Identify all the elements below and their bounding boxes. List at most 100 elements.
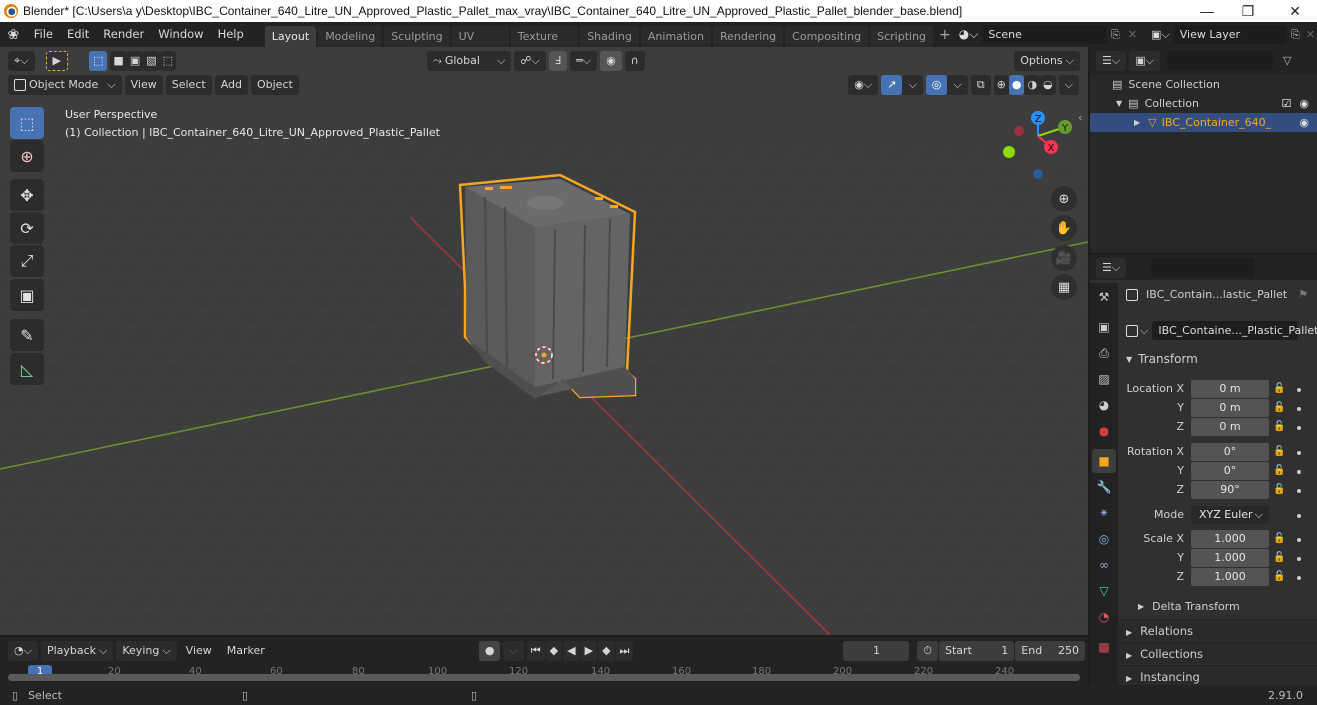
location-y-field[interactable]: 0 m xyxy=(1191,399,1269,417)
tab-data[interactable]: ▽ xyxy=(1092,579,1116,603)
navigation-gizmo[interactable]: Z Y X xyxy=(995,107,1085,187)
scene-field[interactable]: Scene xyxy=(982,25,1107,44)
menu-select[interactable]: Select xyxy=(165,75,212,95)
tab-scripting[interactable]: Scripting xyxy=(870,26,934,47)
shading-solid-icon[interactable]: ● xyxy=(1008,75,1025,95)
ortho-toggle-button[interactable]: ▦ xyxy=(1051,274,1077,300)
active-tool-icon[interactable]: ▶ xyxy=(45,50,68,71)
menu-playback[interactable]: Playback ⌵ xyxy=(40,641,114,661)
tool-transform[interactable]: ▣ xyxy=(10,279,44,311)
overlay-dropdown[interactable]: ⌵ xyxy=(947,75,968,95)
3d-viewport[interactable]: ⌖⌵ ▶ ⬚ ■ ▣ ▧ ⬚ ⤳ Global ⌵ ☍⌵ Ⅎ ═⌵ ◉ ∩ Opti… xyxy=(0,47,1088,635)
exclude-checkbox[interactable]: ☑ xyxy=(1282,97,1292,110)
blender-menu-icon[interactable]: ❀ xyxy=(0,27,27,43)
jump-start-button[interactable]: ⏮ xyxy=(526,641,545,661)
delete-view-layer-icon[interactable]: ✕ xyxy=(1304,28,1317,41)
play-button[interactable]: ▶ xyxy=(580,641,598,661)
tab-sculpting[interactable]: Sculpting xyxy=(384,26,450,47)
view-layer-field[interactable]: View Layer xyxy=(1173,25,1287,44)
close-button[interactable]: ✕ xyxy=(1273,0,1317,22)
tab-view-layer[interactable]: ▨ xyxy=(1092,367,1116,391)
lock-icon[interactable]: 🔓 xyxy=(1273,533,1285,544)
new-scene-icon[interactable]: ⎘ xyxy=(1107,28,1124,42)
menu-add[interactable]: Add xyxy=(214,75,248,95)
lock-icon[interactable]: 🔓 xyxy=(1273,402,1285,413)
auto-keying-button[interactable]: ● xyxy=(478,641,501,661)
next-keyframe-button[interactable]: ◆ xyxy=(598,641,615,661)
current-frame-field[interactable]: 1 xyxy=(843,641,910,661)
shading-material-icon[interactable]: ◑ xyxy=(1024,75,1041,95)
select-mode-new-icon[interactable]: ⬚ xyxy=(89,50,108,71)
filter-icon[interactable]: ▽ xyxy=(1283,54,1291,67)
delta-transform-subpanel[interactable]: ▶ Delta Transform xyxy=(1138,600,1240,613)
start-frame-field[interactable]: Start 1 xyxy=(939,641,1015,661)
display-mode-dropdown[interactable]: ▣⌵ xyxy=(1129,50,1160,71)
lock-icon[interactable]: 🔓 xyxy=(1273,571,1285,582)
keyframe-dot[interactable] xyxy=(1297,407,1301,411)
xray-toggle-icon[interactable]: ⧉ xyxy=(970,75,991,95)
select-mode-subtract-icon[interactable]: ▣ xyxy=(126,50,144,71)
keyframe-dot[interactable] xyxy=(1297,538,1301,542)
lock-icon[interactable]: 🔓 xyxy=(1273,465,1285,476)
tool-annotate[interactable]: ✎ xyxy=(10,319,44,351)
expand-arrow-icon[interactable]: ▼ xyxy=(1116,99,1122,108)
rotation-x-field[interactable]: 0° xyxy=(1191,443,1269,461)
select-mode-intersect-icon[interactable]: ⬚ xyxy=(159,50,177,71)
tool-rotate[interactable]: ⟳ xyxy=(10,212,44,244)
menu-window[interactable]: Window xyxy=(151,22,210,47)
menu-timeline-view[interactable]: View xyxy=(180,641,218,661)
end-frame-field[interactable]: End 250 xyxy=(1015,641,1085,661)
expand-arrow-icon[interactable]: ▶ xyxy=(1134,118,1140,127)
pin-icon[interactable]: ⚑ xyxy=(1298,288,1308,301)
menu-render[interactable]: Render xyxy=(96,22,151,47)
tab-render[interactable]: ▣ xyxy=(1092,315,1116,339)
select-mode-invert-icon[interactable]: ▧ xyxy=(143,50,160,71)
object-name-field[interactable]: IBC_Containe..._Plastic_Pallet xyxy=(1152,321,1317,340)
object-browse-icon[interactable] xyxy=(1126,324,1138,337)
transform-panel-header[interactable]: ▼ Transform xyxy=(1126,352,1316,366)
lock-icon[interactable]: 🔓 xyxy=(1273,446,1285,457)
maximize-button[interactable]: ❐ xyxy=(1226,0,1270,22)
properties-editor-type[interactable]: ☰⌵ xyxy=(1096,257,1127,278)
lock-icon[interactable]: 🔓 xyxy=(1273,383,1285,394)
tab-material[interactable]: ◔ xyxy=(1092,605,1116,629)
tab-scene[interactable]: ◕ xyxy=(1092,393,1116,417)
snap-target-dropdown[interactable]: ═⌵ xyxy=(570,50,598,71)
tab-modifiers[interactable]: 🔧 xyxy=(1092,475,1116,499)
lock-icon[interactable]: 🔓 xyxy=(1273,421,1285,432)
outliner-item-ibc-container[interactable]: ▶ ▽ IBC_Container_640_ ◉ xyxy=(1090,113,1317,132)
visibility-dropdown[interactable]: ◉⌵ xyxy=(848,75,879,95)
collections-panel[interactable]: ▶ Collections xyxy=(1118,642,1317,664)
shading-wireframe-icon[interactable]: ⊕ xyxy=(993,75,1009,95)
tab-output[interactable]: ⎙ xyxy=(1092,341,1116,365)
ibc-container-object[interactable] xyxy=(445,167,645,412)
keyframe-dot[interactable] xyxy=(1297,514,1301,518)
scale-x-field[interactable]: 1.000 xyxy=(1191,530,1269,548)
keyframe-dot[interactable] xyxy=(1297,557,1301,561)
rotation-z-field[interactable]: 90° xyxy=(1191,481,1269,499)
falloff-dropdown[interactable]: ∩ xyxy=(624,50,645,71)
scene-selector-icon[interactable]: ◕⌵ xyxy=(955,27,983,42)
keying-set-dropdown[interactable]: ⌵ xyxy=(503,641,524,661)
tab-tool[interactable]: ⚒ xyxy=(1092,285,1116,309)
tab-compositing[interactable]: Compositing xyxy=(785,26,869,47)
tab-uv-editing[interactable]: UV Editing xyxy=(451,26,509,64)
menu-file[interactable]: File xyxy=(27,22,60,47)
tab-animation[interactable]: Animation xyxy=(640,26,711,47)
tab-physics[interactable]: ◎ xyxy=(1092,527,1116,551)
outliner-search-input[interactable] xyxy=(1166,51,1273,70)
shading-dropdown[interactable]: ⌵ xyxy=(1058,75,1079,95)
location-z-field[interactable]: 0 m xyxy=(1191,418,1269,436)
tool-measure[interactable]: ◺ xyxy=(10,353,44,385)
pivot-point-dropdown[interactable]: ☍⌵ xyxy=(514,50,546,71)
gizmo-dropdown[interactable]: ⌵ xyxy=(902,75,923,95)
eye-icon[interactable]: ◉ xyxy=(1299,97,1309,110)
tool-select-box[interactable]: ⬚ xyxy=(10,107,44,139)
menu-help[interactable]: Help xyxy=(211,22,251,47)
tab-texture[interactable]: ▩ xyxy=(1092,635,1116,659)
mode-dropdown[interactable]: Object Mode ⌵ xyxy=(8,75,122,95)
sidebar-toggle-icon[interactable]: ‹ xyxy=(1078,111,1082,124)
select-mode-extend-icon[interactable]: ■ xyxy=(110,50,127,71)
transform-orientation-dropdown[interactable]: ⤳ Global ⌵ xyxy=(427,50,512,71)
tool-scale[interactable]: ⤢ xyxy=(10,245,44,277)
